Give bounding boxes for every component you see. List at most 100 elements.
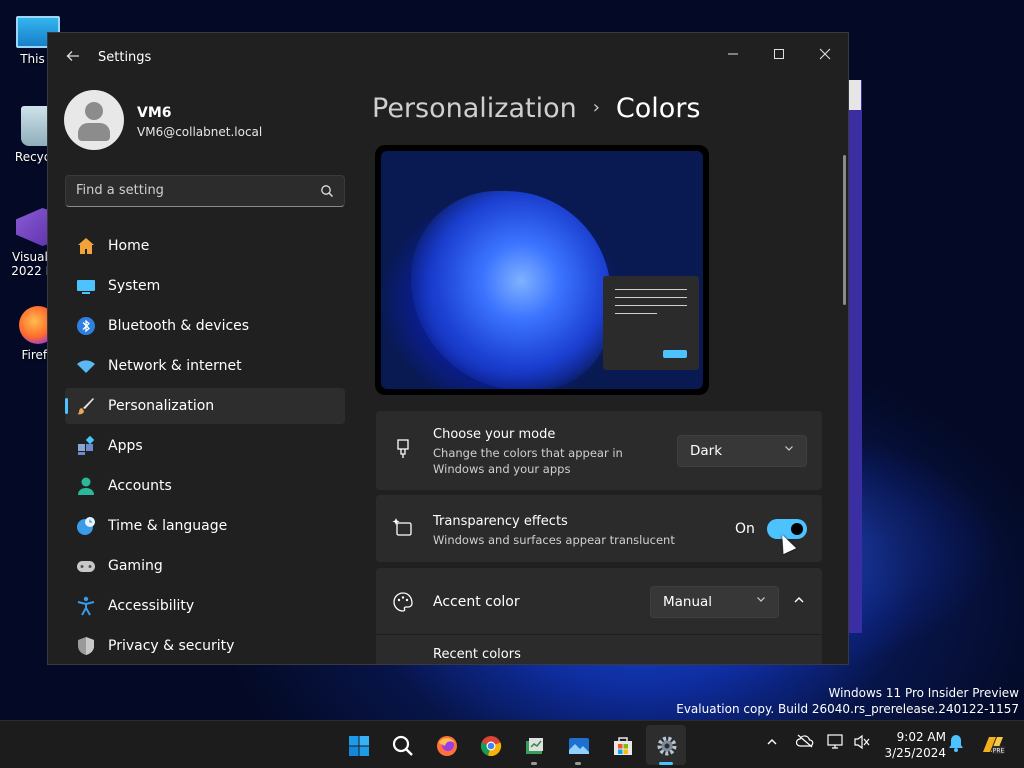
taskbar: 9:02 AM 3/25/2024 PRE xyxy=(0,720,1024,768)
taskbar-chrome[interactable] xyxy=(470,725,510,765)
tray-cloud-offline[interactable] xyxy=(795,734,815,754)
mode-description: Change the colors that appear in Windows… xyxy=(433,446,623,476)
search-icon xyxy=(321,185,333,197)
close-button[interactable] xyxy=(802,41,848,71)
page-title: Colors xyxy=(615,93,701,124)
taskbar-sheet-app[interactable] xyxy=(514,725,554,765)
sidebar-item-apps[interactable]: Apps xyxy=(65,428,345,464)
sidebar-item-personalization[interactable]: Personalization xyxy=(65,388,345,424)
preview-line xyxy=(615,289,687,290)
sidebar-item-label: Network & internet xyxy=(108,358,242,374)
collapse-accent-button[interactable] xyxy=(784,587,814,617)
chevron-up-icon xyxy=(794,597,804,603)
minimize-button[interactable] xyxy=(710,41,756,71)
chevron-right-icon: › xyxy=(592,97,600,118)
sidebar-item-home[interactable]: Home xyxy=(65,228,345,264)
tray-volume[interactable] xyxy=(852,734,872,754)
search-box[interactable] xyxy=(65,175,345,207)
preview-bloom xyxy=(411,191,611,389)
bell-icon xyxy=(949,735,963,752)
bluetooth-icon xyxy=(77,317,95,335)
sidebar-item-gaming[interactable]: Gaming xyxy=(65,548,345,584)
running-indicator xyxy=(575,762,581,765)
preview-line xyxy=(615,305,687,306)
tray-copilot[interactable]: PRE xyxy=(980,734,1006,755)
avatar-head xyxy=(85,102,103,120)
back-arrow-icon xyxy=(66,51,79,61)
sidebar-item-label: Personalization xyxy=(108,398,215,414)
title-bar[interactable]: Settings xyxy=(48,33,848,83)
brush-icon xyxy=(77,398,94,415)
mode-title: Choose your mode xyxy=(433,427,556,442)
mode-dropdown[interactable]: Dark xyxy=(677,435,807,467)
background-window-scrollbar xyxy=(847,80,861,110)
sidebar-item-accessibility[interactable]: Accessibility xyxy=(65,588,345,624)
running-indicator xyxy=(531,762,537,765)
sidebar-item-label: Accounts xyxy=(108,478,172,494)
sidebar-item-time-language[interactable]: Time & language xyxy=(65,508,345,544)
transparency-state-label: On xyxy=(735,521,755,537)
mode-card: Choose your mode Change the colors that … xyxy=(376,411,822,490)
sidebar-item-label: Privacy & security xyxy=(108,638,235,654)
maximize-icon xyxy=(774,49,784,59)
photos-icon xyxy=(569,738,589,754)
sidebar-item-accounts[interactable]: Accounts xyxy=(65,468,345,504)
preview-accent-button xyxy=(663,350,687,358)
network-icon xyxy=(827,734,843,749)
accounts-icon xyxy=(78,477,94,495)
chevron-down-icon xyxy=(785,446,793,451)
toggle-knob xyxy=(791,523,803,535)
sidebar-item-network[interactable]: Network & internet xyxy=(65,348,345,384)
avatar-body xyxy=(78,123,110,141)
sidebar-item-privacy[interactable]: Privacy & security xyxy=(65,628,345,664)
transparency-title: Transparency effects xyxy=(433,514,568,529)
settings-gear-icon xyxy=(657,736,677,756)
accent-title: Accent color xyxy=(433,594,520,610)
taskbar-photos[interactable] xyxy=(558,725,598,765)
transparency-card: Transparency effects Windows and surface… xyxy=(376,495,822,562)
preview-window-mock xyxy=(603,276,699,370)
profile-name: VM6 xyxy=(137,105,172,121)
tray-network[interactable] xyxy=(826,734,846,754)
wifi-icon xyxy=(77,360,95,373)
content-scrollbar[interactable] xyxy=(843,155,846,305)
back-button[interactable] xyxy=(62,47,84,69)
gamepad-icon xyxy=(77,561,95,572)
tray-overflow-button[interactable] xyxy=(762,734,782,754)
recent-colors-heading: Recent colors xyxy=(433,647,521,662)
store-icon xyxy=(614,737,632,755)
start-icon xyxy=(349,736,369,756)
clock-time: 9:02 AM xyxy=(896,730,946,744)
sparkle-window-icon xyxy=(392,518,412,536)
theme-preview xyxy=(375,145,709,395)
active-app-indicator xyxy=(659,762,673,765)
taskbar-clock[interactable]: 9:02 AM 3/25/2024 xyxy=(880,729,946,761)
tray-notifications[interactable] xyxy=(946,734,966,754)
accent-card: Accent color Manual Recent colors xyxy=(376,568,822,664)
volume-muted-icon xyxy=(854,734,870,750)
taskbar-start-button[interactable] xyxy=(338,725,378,765)
accessibility-icon xyxy=(77,596,95,616)
avatar[interactable] xyxy=(64,90,124,150)
sidebar-item-label: System xyxy=(108,278,161,294)
watermark-line-2: Evaluation copy. Build 26040.rs_prerelea… xyxy=(676,702,1019,716)
breadcrumb-parent[interactable]: Personalization xyxy=(372,93,577,124)
accent-dropdown[interactable]: Manual xyxy=(650,586,779,618)
taskbar-settings[interactable] xyxy=(646,725,686,765)
apps-icon xyxy=(78,436,95,455)
firefox-icon xyxy=(437,736,457,756)
chevron-up-icon xyxy=(767,739,777,745)
palette-icon xyxy=(393,592,413,612)
taskbar-store[interactable] xyxy=(602,725,642,765)
profile-email: VM6@collabnet.local xyxy=(137,125,263,139)
globe-clock-icon xyxy=(77,517,95,535)
transparency-description: Windows and surfaces appear translucent xyxy=(433,533,675,547)
maximize-button[interactable] xyxy=(756,41,802,71)
taskbar-search-button[interactable] xyxy=(382,725,422,765)
search-icon xyxy=(392,735,413,756)
sidebar-item-system[interactable]: System xyxy=(65,268,345,304)
taskbar-firefox[interactable] xyxy=(426,725,466,765)
chrome-icon xyxy=(480,736,502,757)
sidebar-item-bluetooth[interactable]: Bluetooth & devices xyxy=(65,308,345,344)
search-input[interactable] xyxy=(76,183,316,198)
